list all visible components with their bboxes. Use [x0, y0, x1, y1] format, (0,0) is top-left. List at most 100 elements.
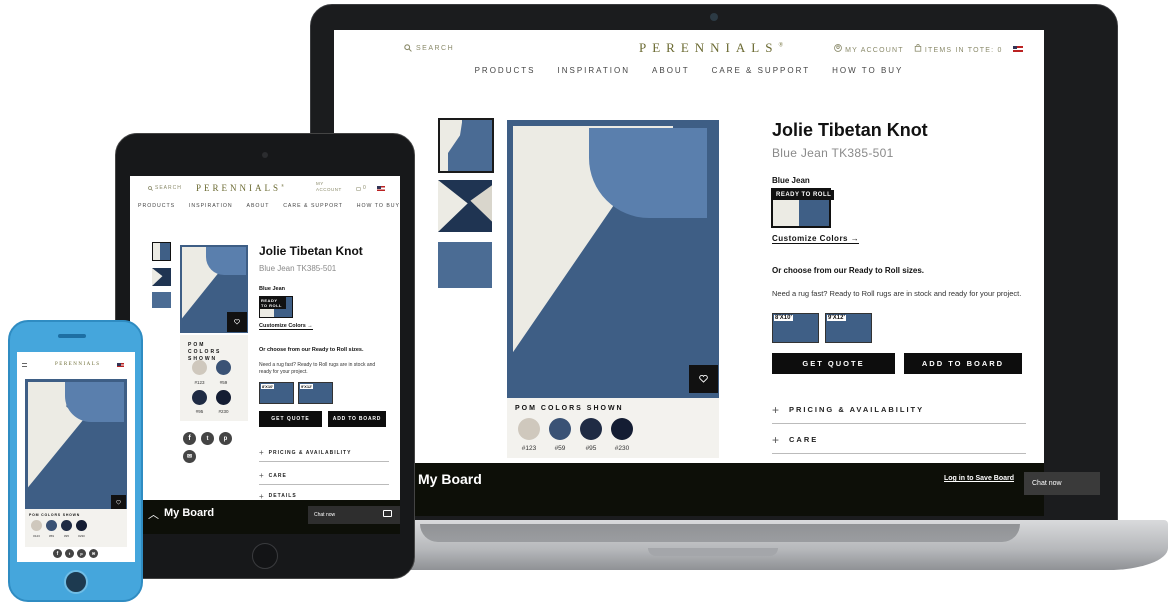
tablet-home-button	[252, 543, 278, 569]
search-icon	[404, 44, 412, 52]
nav-inspiration[interactable]: INSPIRATION	[557, 66, 630, 75]
color-name: Blue Jean	[259, 286, 285, 292]
twitter-share-icon[interactable]: t	[201, 432, 214, 445]
ready-to-roll-description: Need a rug fast? Ready to Roll rugs are …	[772, 289, 1022, 298]
pom-swatch-230[interactable]	[76, 520, 87, 531]
ready-to-roll-heading: Or choose from our Ready to Roll sizes.	[772, 266, 925, 275]
size-option-9x12[interactable]: 9'X12'	[298, 382, 333, 404]
twitter-share-icon[interactable]: t	[65, 549, 74, 558]
tablet-nav: PRODUCTS INSPIRATION ABOUT CARE & SUPPOR…	[138, 203, 400, 209]
hamburger-menu-icon[interactable]	[22, 363, 27, 367]
email-share-icon[interactable]: ✉	[183, 450, 196, 463]
product-thumbnail-1[interactable]	[438, 118, 494, 173]
pom-swatch-95[interactable]	[580, 418, 602, 440]
nav-about[interactable]: ABOUT	[652, 66, 690, 75]
us-flag-icon[interactable]	[1012, 46, 1023, 52]
pom-swatch-59[interactable]	[549, 418, 571, 440]
size-option-8x10[interactable]: 8'X10'	[772, 313, 819, 343]
ready-to-roll-description: Need a rug fast? Ready to Roll rugs are …	[259, 362, 376, 375]
pom-label: #123	[33, 534, 40, 538]
size-option-9x12[interactable]: 9'X12'	[825, 313, 872, 343]
pom-label: #59	[554, 445, 566, 452]
header-bar: SEARCH PERENNIALS® MY ACCOUNT ITEMS IN T…	[334, 40, 1044, 60]
chat-bubble-icon	[383, 510, 392, 517]
nav-products[interactable]: PRODUCTS	[138, 203, 175, 209]
product-thumbnail-3[interactable]	[152, 292, 171, 308]
plus-icon: +	[772, 402, 782, 417]
pom-swatch-123[interactable]	[31, 520, 42, 531]
chat-now-widget[interactable]: Chat now	[308, 506, 400, 524]
facebook-share-icon[interactable]: f	[53, 549, 62, 558]
nav-how-to-buy[interactable]: HOW TO BUY	[832, 66, 903, 75]
pom-swatch-230[interactable]	[216, 390, 231, 405]
get-quote-button[interactable]: GET QUOTE	[772, 353, 895, 374]
product-thumbnail-2[interactable]	[152, 268, 171, 286]
customize-colors-link[interactable]: Customize Colors →	[772, 234, 860, 244]
us-flag-icon[interactable]	[377, 186, 385, 191]
nav-care-support[interactable]: CARE & SUPPORT	[712, 66, 811, 75]
plus-icon: +	[772, 432, 782, 447]
product-main-image[interactable]	[25, 379, 127, 509]
main-nav: PRODUCTS INSPIRATION ABOUT CARE & SUPPOR…	[334, 66, 1044, 75]
accordion-pricing-availability[interactable]: + PRICING & AVAILABILITY	[259, 444, 389, 462]
pom-label: #230	[218, 409, 229, 414]
accordion-care[interactable]: + CARE	[259, 467, 389, 485]
product-thumbnail-1[interactable]	[152, 242, 171, 261]
add-to-board-heart-button[interactable]	[689, 365, 718, 393]
phone-logo[interactable]: PERENNIALS	[55, 362, 101, 367]
accordion-pricing-availability[interactable]: + PRICING & AVAILABILITY	[772, 396, 1026, 424]
pom-colors-title: POM COLORS SHOWN	[29, 513, 81, 517]
us-flag-icon[interactable]	[117, 363, 124, 367]
product-thumbnail-3[interactable]	[438, 242, 492, 288]
pom-label: #230	[614, 445, 630, 452]
pom-label: #59	[219, 380, 228, 385]
tablet-tote[interactable]: 0	[356, 185, 366, 191]
search-button[interactable]: SEARCH	[404, 44, 454, 52]
pinterest-share-icon[interactable]: p	[77, 549, 86, 558]
add-to-board-button[interactable]: ADD TO BOARD	[328, 411, 386, 427]
nav-products[interactable]: PRODUCTS	[475, 66, 536, 75]
chat-now-button[interactable]: Chat now	[1024, 472, 1100, 495]
pom-swatch-230[interactable]	[611, 418, 633, 440]
ready-to-roll-badge: READY TO ROLL	[260, 297, 286, 309]
tablet-search-button[interactable]: SEARCH	[148, 185, 182, 191]
pom-swatch-123[interactable]	[518, 418, 540, 440]
facebook-share-icon[interactable]: f	[183, 432, 196, 445]
pom-swatch-95[interactable]	[61, 520, 72, 531]
user-icon	[834, 44, 842, 52]
heart-icon	[699, 375, 708, 383]
arrow-right-icon: →	[307, 323, 313, 329]
add-to-board-heart-button[interactable]	[227, 312, 247, 332]
tote-link[interactable]: ITEMS IN TOTE: 0	[914, 44, 1003, 54]
laptop-screen: SEARCH PERENNIALS® MY ACCOUNT ITEMS IN T…	[334, 30, 1044, 516]
tablet-my-account[interactable]: MY ACCOUNT	[316, 181, 342, 193]
product-thumbnail-2[interactable]	[438, 180, 492, 232]
product-main-image[interactable]	[507, 120, 719, 398]
pinterest-share-icon[interactable]: p	[219, 432, 232, 445]
add-to-board-button[interactable]: ADD TO BOARD	[904, 353, 1022, 374]
pom-colors-title: POM COLORS SHOWN	[515, 405, 624, 412]
pom-swatch-59[interactable]	[216, 360, 231, 375]
email-share-icon[interactable]: ✉	[89, 549, 98, 558]
size-option-8x10[interactable]: 8'X10'	[259, 382, 294, 404]
customize-colors-link[interactable]: Customize Colors →	[259, 323, 313, 330]
nav-about[interactable]: ABOUT	[247, 203, 270, 209]
add-to-board-heart-button[interactable]	[111, 495, 126, 509]
accordion-care[interactable]: + CARE	[772, 426, 1026, 454]
arrow-right-icon: →	[850, 234, 860, 243]
nav-inspiration[interactable]: INSPIRATION	[189, 203, 233, 209]
site-logo[interactable]: PERENNIALS®	[639, 40, 783, 56]
nav-care-support[interactable]: CARE & SUPPORT	[283, 203, 343, 209]
my-board-bar[interactable]: My Board Log in to Save Board	[334, 463, 1044, 516]
device-mockup-stage: SEARCH PERENNIALS® MY ACCOUNT ITEMS IN T…	[0, 0, 1176, 606]
logo-mark: ®	[281, 183, 285, 188]
pom-swatch-123[interactable]	[192, 360, 207, 375]
my-account-link[interactable]: MY ACCOUNT	[834, 44, 904, 54]
nav-how-to-buy[interactable]: HOW TO BUY	[357, 203, 400, 209]
tablet-logo[interactable]: PERENNIALS®	[196, 183, 284, 193]
pom-label: #95	[585, 445, 597, 452]
pom-swatch-95[interactable]	[192, 390, 207, 405]
pom-swatch-59[interactable]	[46, 520, 57, 531]
login-save-board-link[interactable]: Log in to Save Board	[944, 475, 1014, 482]
get-quote-button[interactable]: GET QUOTE	[259, 411, 322, 427]
